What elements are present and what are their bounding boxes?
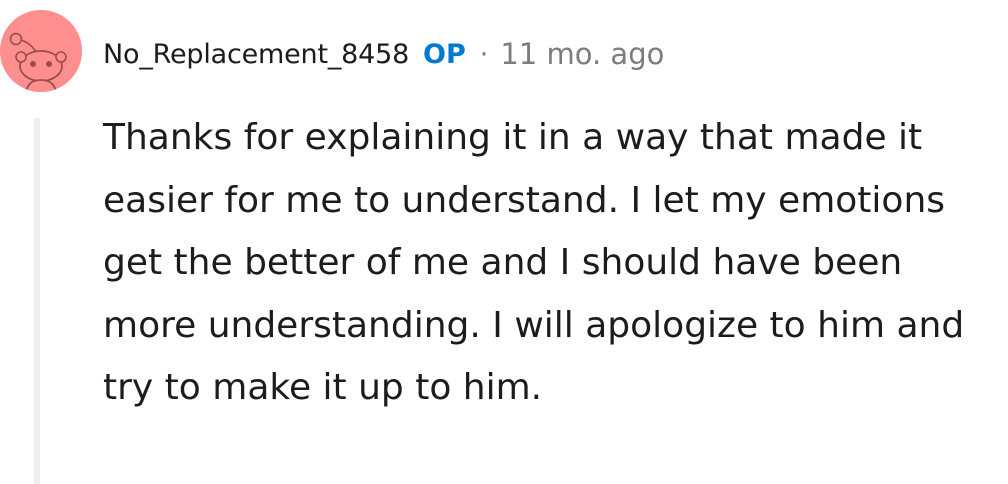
meta-separator: · bbox=[479, 38, 489, 70]
comment-timestamp[interactable]: 11 mo. ago bbox=[500, 37, 664, 71]
comment-header: No_Replacement_8458 OP · 11 mo. ago bbox=[103, 32, 664, 76]
op-badge: OP bbox=[423, 38, 466, 70]
snoo-avatar-icon bbox=[0, 10, 82, 92]
username-link[interactable]: No_Replacement_8458 bbox=[103, 39, 409, 70]
user-avatar[interactable] bbox=[0, 10, 82, 92]
thread-collapse-line[interactable] bbox=[34, 118, 40, 484]
comment-body: Thanks for explaining it in a way that m… bbox=[103, 117, 965, 408]
